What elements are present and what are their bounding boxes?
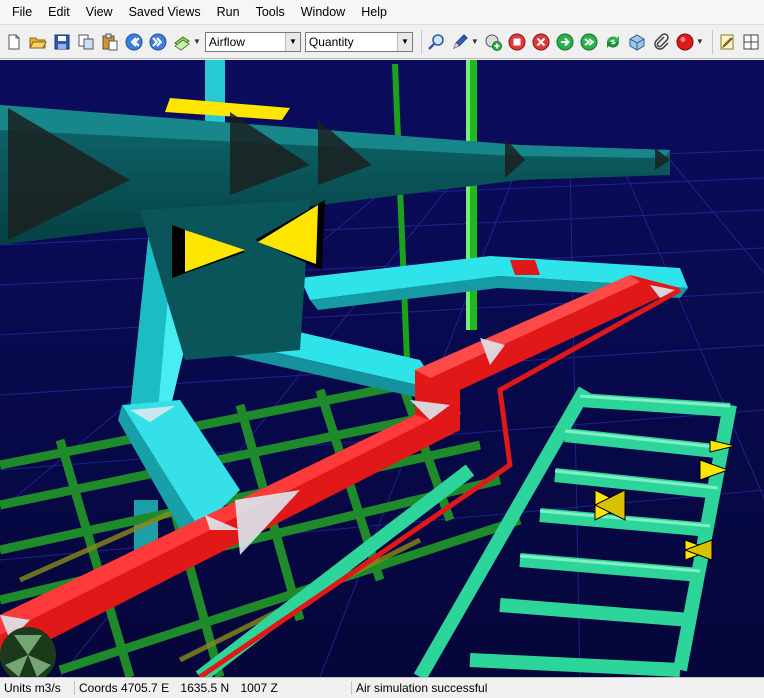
units-value: m3/s <box>34 681 61 695</box>
paste-icon[interactable] <box>100 32 120 52</box>
status-message: Air simulation successful <box>351 681 764 695</box>
toolbar-separator <box>420 29 422 54</box>
menu-help[interactable]: Help <box>353 0 395 24</box>
pencil-dropdown-icon[interactable]: ▼ <box>471 37 479 46</box>
go-icon[interactable] <box>555 32 575 52</box>
mode-select-value: Airflow <box>208 34 245 49</box>
copy-icon[interactable] <box>76 32 96 52</box>
mode-select[interactable]: Airflow ▼ <box>204 31 301 52</box>
notes-icon[interactable] <box>717 32 737 52</box>
toolbar-separator <box>711 29 713 54</box>
pencil-icon[interactable] <box>450 32 470 52</box>
chevron-down-icon[interactable]: ▼ <box>284 32 300 51</box>
forward-icon[interactable] <box>148 32 168 52</box>
chevron-down-icon[interactable]: ▼ <box>396 32 412 51</box>
menu-run[interactable]: Run <box>209 0 248 24</box>
field-select-value: Quantity <box>308 34 354 49</box>
new-file-icon[interactable] <box>4 32 24 52</box>
stop-icon[interactable] <box>507 32 527 52</box>
record-icon[interactable] <box>675 32 695 52</box>
units-label: Units <box>4 681 32 695</box>
coord-elevation: 1007 Z <box>240 681 278 695</box>
coord-easting: 4705.7 E <box>121 681 170 695</box>
grid-icon[interactable] <box>741 32 761 52</box>
record-dropdown-icon[interactable]: ▼ <box>696 37 704 46</box>
menu-window[interactable]: Window <box>293 0 353 24</box>
coords-label: Coords <box>79 681 118 695</box>
status-bar: Units m3/s Coords 4705.7 E 1635.5 N 1007… <box>0 677 764 698</box>
coords-pane: Coords 4705.7 E 1635.5 N 1007 Z <box>74 681 351 695</box>
add-node-icon[interactable] <box>483 32 503 52</box>
step-icon[interactable] <box>579 32 599 52</box>
ventilation-model-render <box>0 60 764 677</box>
open-folder-icon[interactable] <box>28 32 48 52</box>
menu-bar: File Edit View Saved Views Run Tools Win… <box>0 0 764 25</box>
menu-edit[interactable]: Edit <box>40 0 78 24</box>
zoom-icon[interactable] <box>426 32 446 52</box>
field-select[interactable]: Quantity ▼ <box>304 31 413 52</box>
menu-view[interactable]: View <box>78 0 121 24</box>
units-pane: Units m3/s <box>0 681 74 695</box>
layers-dropdown-icon[interactable]: ▼ <box>193 37 201 46</box>
refresh-icon[interactable] <box>603 32 623 52</box>
toolbar: ▼ Airflow ▼ Quantity ▼ ▼ ▼ <box>0 25 764 59</box>
menu-file[interactable]: File <box>0 0 40 24</box>
menu-saved-views[interactable]: Saved Views <box>121 0 209 24</box>
layers-icon[interactable] <box>172 32 192 52</box>
menu-tools[interactable]: Tools <box>248 0 293 24</box>
coord-northing: 1635.5 N <box>180 681 230 695</box>
3d-viewport[interactable] <box>0 60 764 677</box>
view-cube-icon[interactable] <box>627 32 647 52</box>
save-icon[interactable] <box>52 32 72 52</box>
back-icon[interactable] <box>124 32 144 52</box>
delete-icon[interactable] <box>531 32 551 52</box>
attach-icon[interactable] <box>651 32 671 52</box>
